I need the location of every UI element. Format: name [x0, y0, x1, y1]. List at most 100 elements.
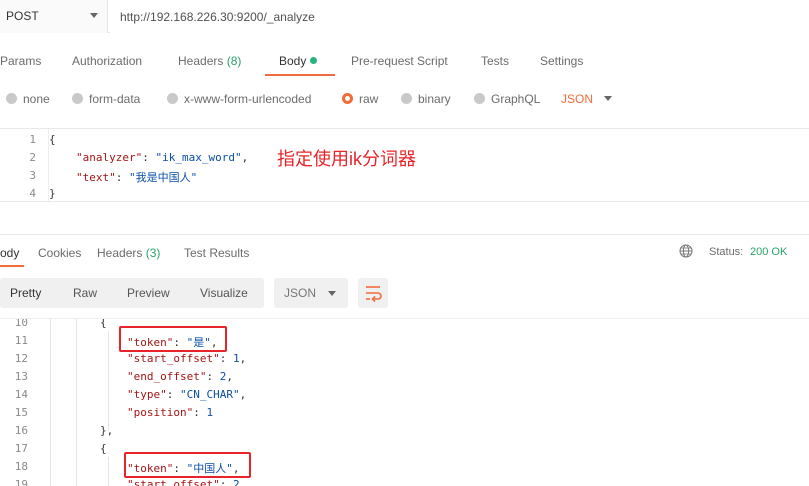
indent-guide — [108, 331, 109, 431]
line-number: 17 — [14, 442, 28, 455]
url-input[interactable] — [110, 0, 809, 33]
globe-icon[interactable] — [679, 244, 693, 258]
indent-guide — [50, 319, 51, 486]
wrap-lines-button[interactable] — [358, 278, 388, 308]
json-line-position: "position": 1 — [127, 406, 214, 419]
radio-none-label: none — [23, 92, 50, 106]
tab-response-headers[interactable]: Headers (3) — [97, 246, 160, 260]
json-value: 1 — [232, 352, 240, 365]
radio-raw-label: raw — [359, 92, 379, 106]
json-value: 1 — [206, 406, 214, 419]
code-line-text: "text": "我是中国人" — [76, 171, 198, 184]
tab-cookies[interactable]: Cookies — [38, 246, 81, 260]
json-key: "end_offset" — [127, 370, 207, 383]
tab-headers-label: Headers — [178, 54, 224, 68]
json-brace: { — [100, 442, 107, 455]
line-number: 10 — [14, 318, 28, 329]
url-bar: POST — [0, 0, 809, 33]
tab-params[interactable]: Params — [0, 54, 41, 68]
view-pretty-button[interactable]: Pretty — [10, 286, 41, 300]
tab-body-label: Body — [279, 54, 307, 68]
response-format-select[interactable]: JSON — [274, 278, 348, 308]
highlight-box — [119, 326, 227, 352]
view-preview-button[interactable]: Preview — [127, 286, 170, 300]
json-value: "ik_max_word" — [155, 151, 242, 164]
line-number: 16 — [14, 424, 28, 437]
tab-pre-request-script[interactable]: Pre-request Script — [351, 54, 448, 68]
active-tab-indicator — [265, 74, 335, 76]
radio-raw[interactable]: raw — [342, 92, 378, 106]
json-value: "我是中国人" — [129, 171, 198, 184]
radio-form-data[interactable]: form-data — [72, 92, 140, 106]
json-line-start-offset: "start_offset": 1, — [127, 352, 247, 365]
json-key: "position" — [127, 406, 194, 419]
annotation-note: 指定使用ik分词器 — [277, 149, 416, 169]
body-format-select[interactable]: JSON — [561, 92, 593, 106]
indent-guide — [76, 319, 77, 486]
response-body-viewer[interactable]: 10 11 12 13 14 15 16 17 18 19 { "token":… — [0, 318, 809, 486]
line-number: 12 — [14, 352, 28, 365]
json-value: "CN_CHAR" — [180, 388, 240, 401]
response-tabs: ody Cookies Headers (3) Test Results Sta… — [0, 234, 809, 267]
json-key: "start_offset" — [127, 352, 220, 365]
radio-binary[interactable]: binary — [401, 92, 451, 106]
radio-graphql[interactable]: GraphQL — [474, 92, 540, 106]
code-brace-open: { — [49, 133, 56, 146]
chevron-down-icon — [90, 13, 98, 18]
tab-settings[interactable]: Settings — [540, 54, 583, 68]
line-number: 4 — [29, 187, 36, 200]
tab-headers[interactable]: Headers (8) — [178, 54, 241, 68]
modified-dot-icon — [310, 57, 318, 64]
view-mode-toolbar: Pretty Raw Preview Visualize — [0, 278, 264, 308]
radio-circle-icon — [474, 93, 485, 104]
json-brace: { — [100, 318, 107, 329]
indent-guide — [108, 457, 109, 486]
response-format-label: JSON — [284, 286, 317, 300]
tab-tests[interactable]: Tests — [481, 54, 509, 68]
status-label: Status: — [709, 246, 744, 258]
code-brace-close: } — [49, 187, 56, 200]
chevron-down-icon — [328, 291, 336, 296]
radio-circle-icon — [167, 93, 178, 104]
status-badge[interactable]: 200 OK — [750, 246, 787, 258]
line-number: 13 — [14, 370, 28, 383]
line-number: 2 — [29, 151, 36, 164]
code-line-analyzer: "analyzer": "ik_max_word", — [76, 151, 249, 164]
tab-response-body[interactable]: ody — [0, 246, 19, 260]
request-tabs: Params Authorization Headers (8) Body Pr… — [0, 42, 809, 76]
tab-headers-count: (8) — [226, 54, 242, 68]
tab-response-headers-label: Headers — [97, 246, 143, 260]
radio-x-www-form-urlencoded[interactable]: x-www-form-urlencoded — [167, 92, 311, 106]
line-number: 14 — [14, 388, 28, 401]
active-tab-indicator — [0, 265, 24, 267]
json-value: 2 — [232, 478, 240, 486]
line-number: 15 — [14, 406, 28, 419]
method-label: POST — [6, 9, 39, 23]
wrap-lines-icon — [366, 286, 382, 303]
radio-circle-icon — [6, 93, 17, 104]
radio-circle-icon — [401, 93, 412, 104]
json-value: 2 — [219, 370, 227, 383]
json-key: "start_offset" — [127, 478, 220, 486]
line-number: 1 — [29, 133, 36, 146]
radio-urlencoded-label: x-www-form-urlencoded — [184, 92, 312, 106]
radio-circle-icon — [72, 93, 83, 104]
radio-none[interactable]: none — [6, 92, 50, 106]
radio-form-data-label: form-data — [89, 92, 141, 106]
radio-graphql-label: GraphQL — [491, 92, 541, 106]
tab-body[interactable]: Body — [279, 54, 318, 68]
json-brace: }, — [100, 424, 114, 437]
radio-binary-label: binary — [418, 92, 451, 106]
highlight-box — [124, 452, 251, 478]
tab-test-results[interactable]: Test Results — [184, 246, 249, 260]
json-line-type: "type": "CN_CHAR", — [127, 388, 247, 401]
line-number: 19 — [14, 478, 28, 486]
view-raw-button[interactable]: Raw — [73, 286, 97, 300]
body-type-radios: none form-data x-www-form-urlencoded raw… — [0, 86, 809, 112]
method-select[interactable]: POST — [0, 0, 108, 33]
view-visualize-button[interactable]: Visualize — [200, 286, 248, 300]
json-key: "analyzer" — [76, 151, 143, 164]
tab-authorization[interactable]: Authorization — [72, 54, 142, 68]
json-line-end-offset: "end_offset": 2, — [127, 370, 233, 383]
chevron-down-icon[interactable] — [604, 96, 612, 101]
